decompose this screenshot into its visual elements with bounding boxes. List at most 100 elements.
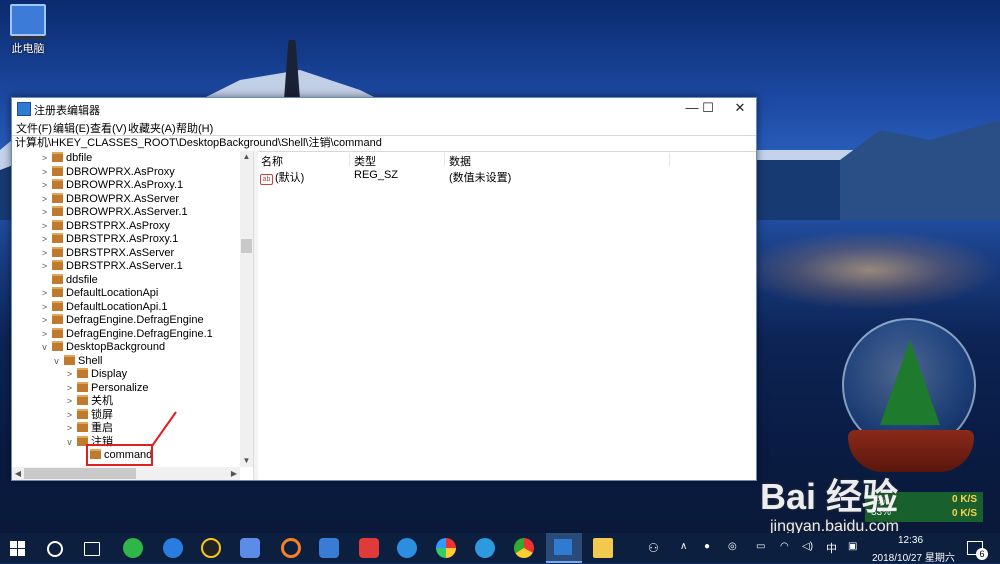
chevron-right-icon[interactable]: >	[40, 233, 49, 246]
tray-app-icon[interactable]: ●	[704, 541, 710, 552]
scroll-left-arrow-icon[interactable]: ◀	[12, 467, 24, 480]
address-bar[interactable]: 计算机\HKEY_CLASSES_ROOT\DesktopBackground\…	[12, 135, 756, 152]
chevron-right-icon[interactable]: >	[40, 287, 49, 300]
clock-date[interactable]: 2018/10/27 星期六	[872, 549, 955, 564]
kugou-icon[interactable]	[163, 538, 183, 558]
desktop-icon-this-pc[interactable]: 此电脑	[6, 4, 50, 56]
file-explorer-icon[interactable]	[593, 538, 613, 558]
title-bar[interactable]: 注册表编辑器 — ☐ ✕	[12, 98, 756, 119]
tree-item[interactable]: > DefragEngine.DefragEngine	[40, 314, 204, 327]
chevron-right-icon[interactable]: >	[40, 301, 49, 314]
people-icon[interactable]: ⚇	[648, 541, 659, 555]
column-header-type[interactable]: 类型	[354, 153, 376, 169]
menu-view[interactable]: 查看(V)	[90, 120, 127, 136]
tree-item-logoff[interactable]: v 注销	[65, 436, 113, 449]
scroll-thumb[interactable]	[241, 239, 252, 253]
tree-item-ddsfile[interactable]: ddsfile	[40, 274, 98, 287]
tree-item-command[interactable]: command	[78, 449, 152, 462]
regedit-app-icon	[17, 102, 31, 116]
menu-favorites[interactable]: 收藏夹(A)	[128, 120, 176, 136]
chevron-right-icon[interactable]: >	[40, 328, 49, 341]
wechat-icon[interactable]	[123, 538, 143, 558]
chevron-right-icon[interactable]: >	[65, 395, 74, 408]
tree-item[interactable]: > DBRSTPRX.AsProxy.1	[40, 233, 178, 246]
battery-icon[interactable]: ▭	[756, 541, 765, 552]
tree-item-desktopbackground[interactable]: v DesktopBackground	[40, 341, 165, 354]
maximize-button[interactable]: ☐	[692, 98, 724, 119]
chevron-right-icon[interactable]: >	[40, 193, 49, 206]
tree-item[interactable]: > DefaultLocationApi	[40, 287, 158, 300]
chevron-right-icon[interactable]: >	[40, 220, 49, 233]
chevron-right-icon[interactable]: >	[40, 166, 49, 179]
chevron-up-icon[interactable]: ∧	[680, 541, 687, 552]
chevron-down-icon[interactable]: v	[40, 341, 49, 354]
tree-item-personalize[interactable]: > Personalize	[65, 382, 148, 395]
tree-item-shell[interactable]: v Shell	[52, 355, 102, 368]
folder-icon	[52, 314, 63, 324]
menu-bar: 文件(F) 编辑(E) 查看(V) 收藏夹(A) 帮助(H)	[12, 119, 756, 135]
ime-indicator[interactable]: 中	[826, 540, 837, 556]
app-orange-icon[interactable]	[281, 538, 301, 558]
tree-item-restart[interactable]: > 重启	[65, 422, 113, 435]
tree-item-display[interactable]: > Display	[65, 368, 127, 381]
chevron-right-icon[interactable]: >	[40, 179, 49, 192]
tree-item[interactable]: > DBRSTPRX.AsServer	[40, 247, 174, 260]
christmas-tree-icon	[880, 340, 940, 425]
tree-horizontal-scrollbar[interactable]: ◀ ▶	[12, 467, 240, 480]
menu-edit[interactable]: 编辑(E)	[53, 120, 90, 136]
chevron-right-icon[interactable]: >	[65, 382, 74, 395]
tree-item[interactable]: > DBROWPRX.AsServer.1	[40, 206, 188, 219]
app-blue-icon[interactable]	[475, 538, 495, 558]
ie-browser-icon[interactable]	[397, 538, 417, 558]
bird-app-icon[interactable]	[240, 538, 260, 558]
string-value-icon: ab	[260, 174, 273, 185]
chevron-right-icon[interactable]: >	[40, 206, 49, 219]
chevron-down-icon[interactable]: v	[65, 436, 74, 449]
chevron-right-icon[interactable]: >	[40, 247, 49, 260]
tree-item[interactable]: > DefaultLocationApi.1	[40, 301, 168, 314]
close-button[interactable]: ✕	[724, 98, 756, 119]
tree-item[interactable]: > DBRSTPRX.AsProxy	[40, 220, 170, 233]
menu-help[interactable]: 帮助(H)	[176, 120, 213, 136]
tree-item-dbfile[interactable]: > dbfile	[40, 152, 92, 165]
search-icon[interactable]	[47, 541, 63, 557]
scroll-thumb[interactable]	[24, 468, 136, 479]
tree-item[interactable]: > DBROWPRX.AsProxy	[40, 166, 175, 179]
volume-icon[interactable]: ◁)	[802, 541, 813, 552]
regedit-taskbar-button[interactable]	[546, 533, 582, 563]
column-divider[interactable]	[669, 153, 670, 166]
chevron-right-icon[interactable]: >	[40, 260, 49, 273]
tree-item[interactable]: > DBROWPRX.AsServer	[40, 193, 179, 206]
scroll-right-arrow-icon[interactable]: ▶	[228, 467, 240, 480]
tree-item[interactable]: > DBROWPRX.AsProxy.1	[40, 179, 183, 192]
tree-item-shutdown[interactable]: > 关机	[65, 395, 113, 408]
chevron-right-icon[interactable]: >	[65, 368, 74, 381]
tray-app-icon[interactable]: ▣	[848, 541, 857, 552]
tree-item-lock[interactable]: > 锁屏	[65, 409, 113, 422]
menu-file[interactable]: 文件(F)	[16, 120, 52, 136]
column-header-name[interactable]: 名称	[261, 153, 283, 169]
clock-time[interactable]: 12:36	[898, 535, 923, 546]
task-view-icon[interactable]	[84, 542, 100, 556]
column-divider[interactable]	[444, 153, 445, 166]
tree-item[interactable]: > DBRSTPRX.AsServer.1	[40, 260, 183, 273]
column-divider[interactable]	[349, 153, 350, 166]
qq-icon[interactable]	[201, 538, 221, 558]
chrome-icon[interactable]	[514, 538, 534, 558]
pinwheel-app-icon[interactable]	[436, 538, 456, 558]
chevron-down-icon[interactable]: v	[52, 355, 61, 368]
chevron-right-icon[interactable]: >	[65, 409, 74, 422]
chevron-right-icon[interactable]: >	[65, 422, 74, 435]
app-window-icon[interactable]	[319, 538, 339, 558]
tray-app-icon[interactable]: ◎	[728, 541, 737, 552]
column-header-data[interactable]: 数据	[449, 153, 471, 169]
scroll-down-arrow-icon[interactable]: ▼	[240, 455, 253, 467]
app-red-icon[interactable]	[359, 538, 379, 558]
wifi-icon[interactable]: ◠	[780, 541, 789, 552]
tree-item[interactable]: > DefragEngine.DefragEngine.1	[40, 328, 213, 341]
windows-start-icon[interactable]	[10, 541, 25, 556]
tree-vertical-scrollbar[interactable]: ▲ ▼	[240, 151, 253, 467]
chevron-right-icon[interactable]: >	[40, 152, 49, 165]
scroll-up-arrow-icon[interactable]: ▲	[240, 151, 253, 163]
chevron-right-icon[interactable]: >	[40, 314, 49, 327]
